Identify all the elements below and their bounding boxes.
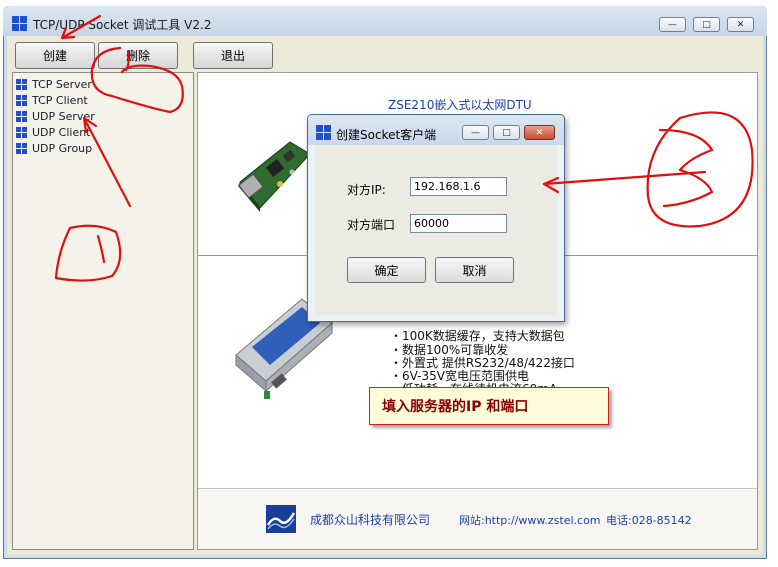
dtu-board-image xyxy=(238,141,311,212)
tree-item-label: TCP Client xyxy=(32,93,88,107)
minimize-button[interactable]: — xyxy=(659,17,686,32)
tree-item-udp-client[interactable]: UDP Client xyxy=(16,124,91,140)
tree-item-label: UDP Client xyxy=(32,125,91,139)
dialog-app-icon xyxy=(316,125,331,140)
close-button[interactable]: ✕ xyxy=(727,17,754,32)
tree-item-udp-server[interactable]: UDP Server xyxy=(16,108,95,124)
node-icon xyxy=(16,126,27,138)
ip-label: 对方IP: xyxy=(347,183,386,197)
cancel-button[interactable]: 取消 xyxy=(435,257,514,283)
tree-item-udp-group[interactable]: UDP Group xyxy=(16,140,92,156)
dialog-minimize-button[interactable]: — xyxy=(462,125,489,140)
window-title: TCP/UDP Socket 调试工具 V2.2 xyxy=(33,18,212,32)
company-phone: 电话:028-85142 xyxy=(606,514,692,527)
dialog-close-button[interactable]: ✕ xyxy=(524,125,555,140)
node-icon xyxy=(16,78,27,90)
socket-tree[interactable]: TCP Server TCP Client UDP Server UDP Cli… xyxy=(12,72,194,550)
maximize-button[interactable]: □ xyxy=(693,17,720,32)
ip-input[interactable]: 192.168.1.6 xyxy=(410,177,507,196)
create-button[interactable]: 创建 xyxy=(15,42,95,69)
app-icon xyxy=(12,16,27,31)
company-website[interactable]: 网站:http://www.zstel.com xyxy=(459,512,601,528)
dialog-maximize-button[interactable]: □ xyxy=(493,125,520,140)
instruction-callout: 填入服务器的IP 和端口 xyxy=(369,387,609,425)
node-icon xyxy=(16,94,27,106)
node-icon xyxy=(16,110,27,122)
company-logo xyxy=(266,505,296,533)
port-input[interactable]: 60000 xyxy=(410,214,507,233)
company-name: 成都众山科技有限公司 xyxy=(310,513,431,527)
port-label: 对方端口 xyxy=(347,218,396,232)
product-title: ZSE210嵌入式以太网DTU xyxy=(388,98,532,112)
tree-item-label: UDP Server xyxy=(32,109,95,123)
tree-item-label: UDP Group xyxy=(32,141,93,155)
exit-button[interactable]: 退出 xyxy=(193,42,273,69)
tree-item-tcp-client[interactable]: TCP Client xyxy=(16,92,88,108)
tree-item-tcp-server[interactable]: TCP Server xyxy=(16,76,92,92)
tree-item-label: TCP Server xyxy=(32,77,92,91)
dialog-title: 创建Socket客户端 xyxy=(336,128,437,142)
delete-button[interactable]: 删除 xyxy=(98,42,178,69)
node-icon xyxy=(16,142,27,154)
ok-button[interactable]: 确定 xyxy=(347,257,426,283)
